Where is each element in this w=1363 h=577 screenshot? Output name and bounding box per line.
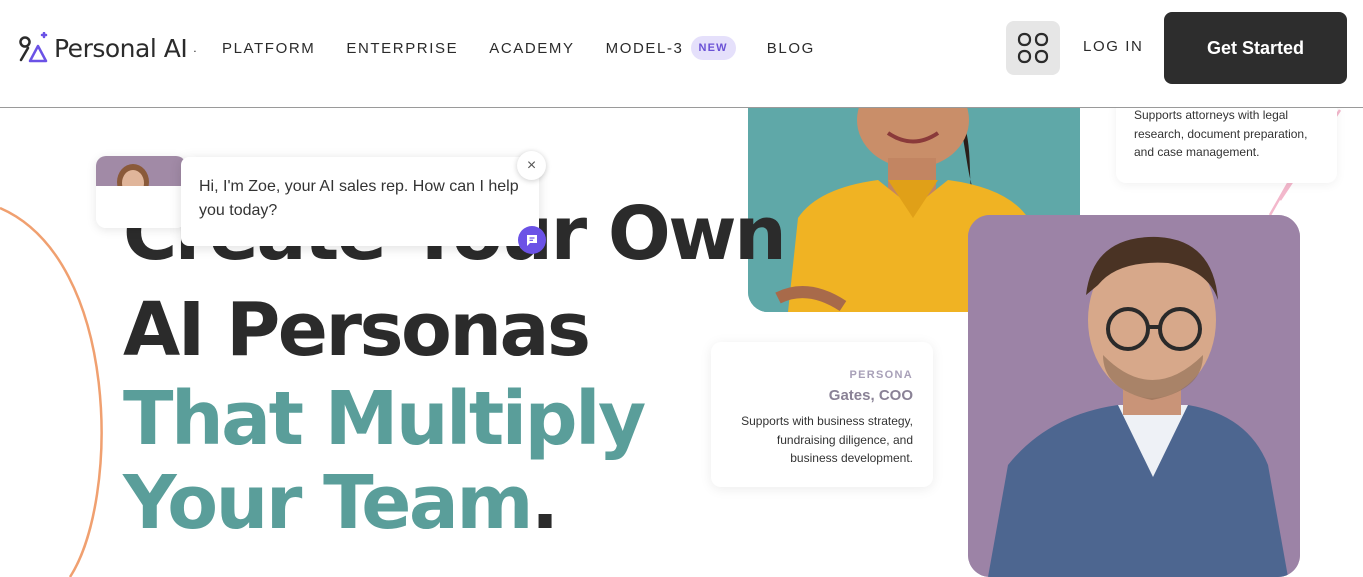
close-icon: ×: [526, 156, 537, 174]
hero-period: .: [530, 460, 559, 546]
brand-name: Personal AI: [54, 33, 188, 63]
nav-academy[interactable]: ACADEMY: [489, 40, 574, 57]
chat-bubble-icon: [527, 235, 537, 246]
persona-card-legal: Supports attorneys with legal research, …: [1116, 96, 1337, 183]
login-link[interactable]: LOG IN: [1083, 38, 1143, 55]
man-portrait-image: [968, 215, 1300, 577]
main-nav: PLATFORM ENTERPRISE ACADEMY MODEL-3 NEW …: [222, 36, 846, 60]
chat-message-text: Hi, I'm Zoe, your AI sales rep. How can …: [199, 178, 519, 219]
nav-platform-label: PLATFORM: [222, 39, 316, 57]
nav-platform[interactable]: PLATFORM: [222, 40, 315, 57]
chat-message-bubble[interactable]: Hi, I'm Zoe, your AI sales rep. How can …: [181, 157, 539, 246]
brand-dot: .: [193, 41, 197, 55]
chat-close-button[interactable]: ×: [517, 151, 546, 180]
site-header: Personal AI. PLATFORM ENTERPRISE ACADEMY…: [0, 0, 1363, 108]
nav-enterprise[interactable]: ENTERPRISE: [346, 40, 458, 57]
hero-line-4: Your Team.: [123, 460, 784, 546]
persona-legal-description: Supports attorneys with legal research, …: [1134, 108, 1308, 159]
persona-photo-man: [968, 215, 1300, 577]
nav-model-3-label: MODEL-3: [605, 39, 684, 57]
chat-avatar[interactable]: [96, 156, 186, 228]
hero-line-2: AI Personas: [123, 287, 591, 373]
grid-apps-icon: [1017, 32, 1049, 64]
zoe-avatar-image: [96, 156, 186, 228]
nav-model-3[interactable]: MODEL-3 NEW: [606, 36, 736, 60]
nav-blog[interactable]: BLOG: [767, 40, 815, 57]
nav-academy-label: ACADEMY: [489, 39, 575, 57]
hero-line-4-text: Your Team: [123, 460, 533, 546]
orange-curve: [0, 206, 103, 577]
chat-launcher-button[interactable]: [518, 226, 546, 254]
get-started-button[interactable]: Get Started: [1164, 12, 1347, 84]
apps-menu-button[interactable]: [1006, 21, 1060, 75]
new-badge: NEW: [690, 36, 736, 60]
nav-enterprise-label: ENTERPRISE: [346, 39, 459, 57]
brand-logo[interactable]: Personal AI.: [18, 32, 197, 64]
hero-line-3: That Multiply: [123, 376, 646, 462]
personal-ai-logo-icon: [19, 32, 48, 63]
nav-blog-label: BLOG: [766, 39, 815, 57]
